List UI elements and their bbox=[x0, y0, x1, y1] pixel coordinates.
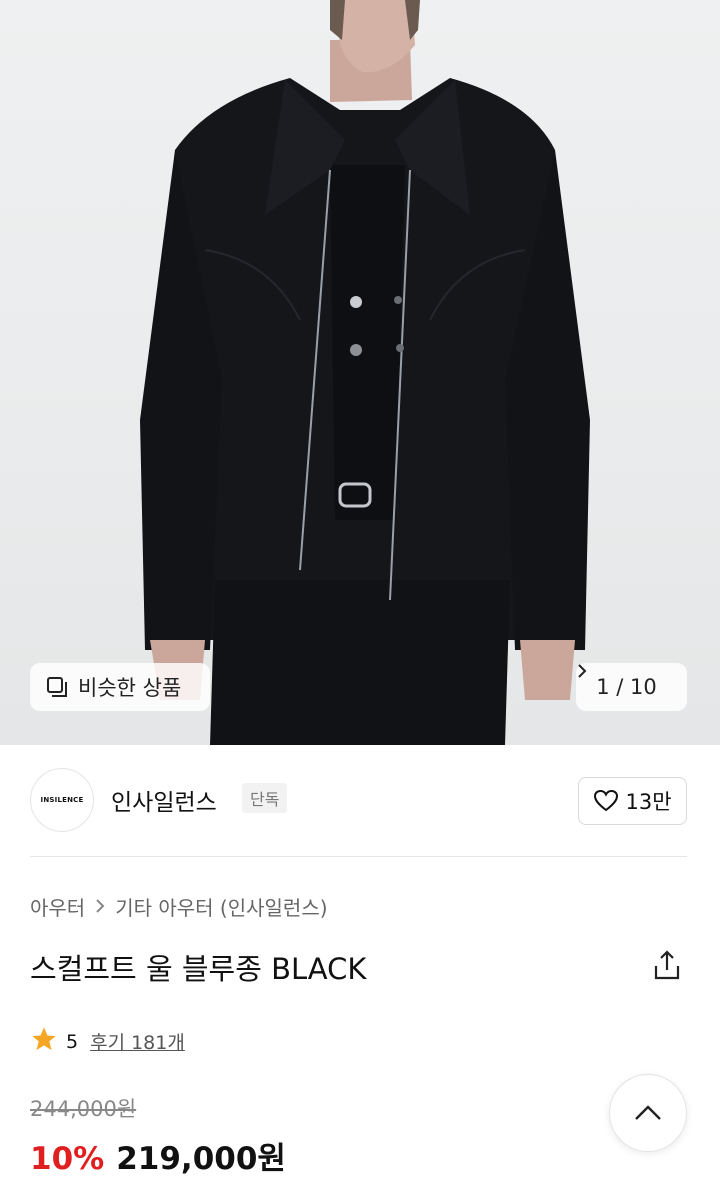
brand-row: INSILENCE 인사일런스 단독 13만 bbox=[0, 745, 720, 857]
share-icon[interactable] bbox=[650, 948, 684, 982]
similar-items-label: 비슷한 상품 bbox=[78, 676, 182, 700]
breadcrumb-item-outer[interactable]: 아우터 bbox=[30, 892, 85, 921]
reviews-link[interactable]: 후기 181개 bbox=[90, 1028, 185, 1055]
product-title: 스컬프트 울 블루종 BLACK bbox=[30, 952, 367, 986]
brand-logo-text: INSILENCE bbox=[40, 796, 84, 804]
similar-items-button[interactable]: 비슷한 상품 bbox=[30, 663, 210, 711]
final-price: 219,000원 bbox=[116, 1141, 286, 1177]
breadcrumb: 아우터 기타 아우터 (인사일런스) bbox=[30, 892, 328, 921]
image-counter-button[interactable]: 1 / 10 bbox=[576, 663, 687, 711]
chevron-right-icon bbox=[95, 895, 105, 919]
original-price: 244,000원 bbox=[30, 1097, 137, 1121]
product-image[interactable]: 비슷한 상품 1 / 10 bbox=[0, 0, 720, 745]
discount-rate: 10% bbox=[30, 1141, 105, 1177]
breadcrumb-item-category[interactable]: 기타 아우터 (인사일런스) bbox=[115, 892, 327, 921]
similar-items-icon bbox=[46, 676, 68, 698]
heart-icon bbox=[594, 789, 619, 812]
product-photo bbox=[140, 0, 590, 745]
price-row: 10% 219,000원 bbox=[30, 1133, 286, 1178]
rating-row: 5 후기 181개 bbox=[30, 1025, 185, 1058]
image-counter: 1 / 10 bbox=[596, 675, 657, 699]
exclusive-badge: 단독 bbox=[242, 783, 288, 813]
rating-score: 5 bbox=[66, 1030, 79, 1053]
brand-logo[interactable]: INSILENCE bbox=[30, 768, 94, 832]
like-button[interactable]: 13만 bbox=[578, 777, 687, 825]
star-icon bbox=[30, 1025, 58, 1058]
like-count: 13만 bbox=[625, 790, 672, 814]
brand-name[interactable]: 인사일런스 bbox=[111, 783, 217, 817]
chevron-up-icon bbox=[635, 1105, 661, 1120]
scroll-top-button[interactable] bbox=[609, 1074, 687, 1152]
divider bbox=[30, 856, 687, 857]
